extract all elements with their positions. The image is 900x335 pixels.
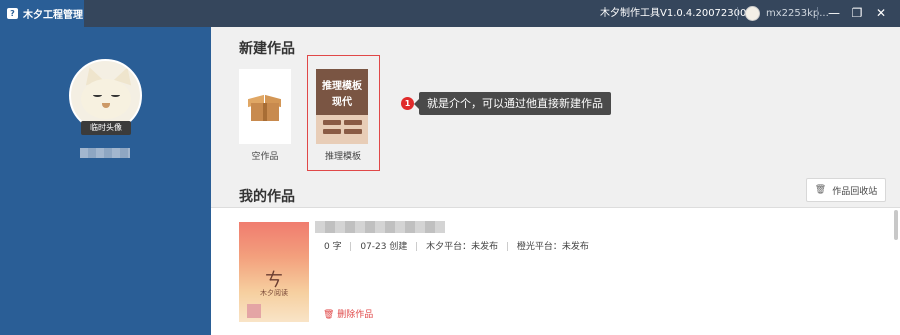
work-title-redacted[interactable] xyxy=(315,221,445,233)
version-label: 木夕制作工具V1.0.4.200723005 xyxy=(600,8,753,19)
template-thumb-subtitle: 现代 xyxy=(332,97,352,108)
delete-label: 删除作品 xyxy=(337,310,374,320)
main-panel: 新建作品 空作品 推理模板 现代 推理模板 1 就是介个，可以通过他直接新建作品… xyxy=(211,27,900,335)
muxi-platform-status: 木夕平台：未发布 xyxy=(426,242,499,252)
trash-icon: 🗑 xyxy=(323,310,338,320)
minimize-button[interactable]: — xyxy=(825,4,843,22)
divider xyxy=(817,7,818,20)
divider xyxy=(737,7,738,20)
my-works-title: 我的作品 xyxy=(239,189,295,205)
cover-house-icon xyxy=(247,304,261,318)
template-card[interactable]: 推理模板 现代 xyxy=(316,69,368,144)
username-redacted xyxy=(80,148,130,158)
word-count: 0 字 xyxy=(324,242,342,252)
delete-work-button[interactable]: 🗑 删除作品 xyxy=(323,307,373,320)
chengguang-platform-status: 橙光平台：未发布 xyxy=(516,242,589,252)
username-label[interactable]: mx2253kp... xyxy=(766,0,829,27)
template-thumb-rows xyxy=(316,115,368,144)
avatar-eye xyxy=(93,93,102,97)
restore-button[interactable]: ❐ xyxy=(848,4,866,22)
empty-work-label: 空作品 xyxy=(251,152,279,162)
box-icon xyxy=(248,93,282,121)
template-thumb-title: 推理模板 xyxy=(322,81,362,92)
trash-icon: 🗑 xyxy=(814,185,827,195)
avatar-face xyxy=(81,79,131,119)
template-label: 推理模板 xyxy=(324,152,361,162)
title-bar: ? 木夕工程管理 木夕制作工具V1.0.4.200723005 mx2253kp… xyxy=(0,0,900,27)
avatar-label: 临时头像 xyxy=(81,121,131,135)
work-cover[interactable]: ㄘ 木夕阅读 xyxy=(239,222,309,322)
cover-text: 木夕阅读 xyxy=(260,289,288,297)
tooltip-step-badge: 1 xyxy=(401,97,414,110)
recycle-bin-button[interactable]: 🗑 作品回收站 xyxy=(806,178,886,202)
user-avatar-icon[interactable] xyxy=(745,6,760,21)
new-work-title: 新建作品 xyxy=(239,41,295,57)
empty-work-card[interactable] xyxy=(239,69,291,144)
created-date: 07-23 创建 xyxy=(360,242,408,252)
app-logo-icon: ? xyxy=(7,8,18,19)
app-tab[interactable]: ? 木夕工程管理 xyxy=(0,0,84,27)
tooltip: 就是介个，可以通过他直接新建作品 xyxy=(414,92,611,115)
app-tab-title: 木夕工程管理 xyxy=(23,10,83,21)
avatar-eye xyxy=(111,93,120,97)
close-button[interactable]: ✕ xyxy=(872,4,890,22)
scrollbar[interactable] xyxy=(894,210,898,240)
sidebar: 临时头像 xyxy=(0,27,211,335)
work-meta: 0 字 07-23 创建 木夕平台：未发布 橙光平台：未发布 xyxy=(324,239,595,252)
work-list: ㄘ 木夕阅读 0 字 07-23 创建 木夕平台：未发布 橙光平台：未发布 🗑 … xyxy=(211,208,900,335)
recycle-bin-label: 作品回收站 xyxy=(832,186,878,197)
